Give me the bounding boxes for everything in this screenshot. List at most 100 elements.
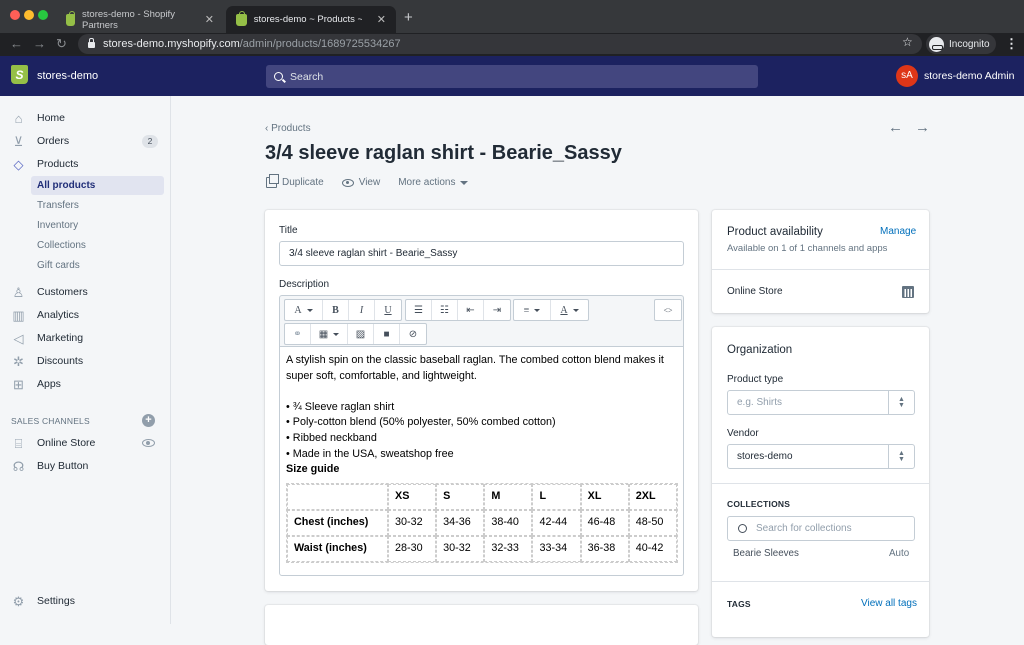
clear-formatting-button[interactable]: ⊘ [400, 324, 426, 344]
select-arrows-icon[interactable]: ▲ ▼ [888, 391, 914, 414]
bold-button[interactable]: B [323, 300, 349, 320]
breadcrumb-back-link[interactable]: ‹ Products [265, 123, 311, 134]
sidebar-subitem-transfers[interactable]: Transfers [31, 196, 164, 215]
close-tab-icon[interactable]: ✕ [377, 13, 386, 26]
forward-arrow-icon[interactable]: → [33, 36, 46, 51]
back-arrow-icon[interactable]: ← [10, 36, 23, 51]
collections-search-input[interactable]: Search for collections [727, 516, 915, 541]
align-left-icon: ≡ [523, 304, 530, 316]
new-tab-button[interactable]: + [404, 9, 413, 26]
sidebar-item-orders[interactable]: ⊻ Orders 2 [0, 131, 171, 151]
sidebar-item-buy-button[interactable]: ☊ Buy Button [0, 456, 171, 476]
table-cell: S [436, 483, 485, 510]
shopify-logo-icon[interactable]: S [11, 65, 28, 84]
store-name[interactable]: stores-demo [37, 70, 98, 82]
font-style-dropdown[interactable]: A [285, 300, 323, 320]
insert-table-dropdown[interactable]: ▦ [311, 324, 348, 344]
title-input[interactable]: 3/4 sleeve raglan shirt - Bearie_Sassy [279, 241, 684, 266]
product-type-combobox[interactable]: e.g. Shirts ▲ ▼ [727, 390, 915, 415]
browser-tab[interactable]: stores-demo - Shopify Partners ✕ [56, 6, 224, 33]
description-bullet: • Ribbed neckband [286, 431, 377, 444]
html-code-button[interactable]: <> [655, 300, 681, 320]
table-cell: 42-44 [532, 509, 581, 536]
numbered-list-button[interactable]: ☷ [432, 300, 458, 320]
sidebar-item-settings[interactable]: ⚙ Settings [0, 591, 171, 611]
insert-video-button[interactable]: ■ [374, 324, 400, 344]
search-icon [738, 524, 747, 533]
search-input[interactable]: Search [266, 65, 758, 88]
user-menu[interactable]: stores-demo Admin [924, 70, 1014, 82]
align-dropdown[interactable]: ≡ [514, 300, 551, 320]
sidebar-item-discounts[interactable]: ✲ Discounts [0, 351, 171, 371]
address-bar[interactable]: stores-demo.myshopify.com/admin/products… [78, 34, 922, 54]
nav-label: Analytics [37, 309, 80, 321]
view-all-tags-link[interactable]: View all tags [861, 598, 917, 609]
previous-product-arrow-icon[interactable]: ← [888, 119, 903, 136]
maximize-window-button[interactable] [38, 10, 48, 20]
sidebar-subitem-gift-cards[interactable]: Gift cards [31, 256, 164, 275]
view-store-eye-icon[interactable] [142, 439, 155, 447]
insert-link-button[interactable]: ⚭ [285, 324, 311, 344]
duplicate-icon [266, 174, 279, 188]
code-icon: <> [663, 305, 673, 315]
minimize-window-button[interactable] [24, 10, 34, 20]
duplicate-button[interactable]: Duplicate [266, 174, 324, 188]
admin-topbar: S stores-demo Search sA stores-demo Admi… [0, 56, 1024, 96]
bullet-list-button[interactable]: ☰ [406, 300, 432, 320]
sidebar-subitem-inventory[interactable]: Inventory [31, 216, 164, 235]
next-product-arrow-icon[interactable]: → [915, 119, 930, 136]
lock-icon [88, 38, 95, 48]
nav-label: Apps [37, 378, 61, 390]
collection-item[interactable]: Bearie Sleeves [733, 548, 799, 559]
calendar-schedule-icon[interactable] [902, 286, 914, 298]
reload-icon[interactable]: ↻ [56, 36, 67, 52]
browser-tab-active[interactable]: stores-demo ~ Products ~ 3/4 sl ✕ [226, 6, 396, 33]
select-arrows-icon[interactable]: ▲ ▼ [888, 445, 914, 468]
sidebar-subitem-collections[interactable]: Collections [31, 236, 164, 255]
table-cell: 30-32 [436, 535, 485, 562]
close-tab-icon[interactable]: ✕ [205, 13, 214, 26]
table-cell: L [532, 483, 581, 510]
close-window-button[interactable] [10, 10, 20, 20]
nav-label: Settings [37, 595, 75, 607]
sidebar-item-apps[interactable]: ⊞ Apps [0, 374, 171, 394]
table-cell: 46-48 [580, 509, 629, 536]
browser-menu-icon[interactable]: ⋮ [1005, 36, 1018, 52]
megaphone-icon: ◁ [13, 330, 24, 346]
sidebar-item-customers[interactable]: ♙ Customers [0, 282, 171, 302]
text-color-dropdown[interactable]: A [551, 300, 588, 320]
sidebar-item-marketing[interactable]: ◁ Marketing [0, 328, 171, 348]
sidebar-subitem-all-products[interactable]: All products [31, 176, 164, 195]
table-row: Waist (inches) 28-30 30-32 32-33 33-34 3… [287, 535, 677, 562]
italic-icon: I [359, 304, 364, 316]
underline-button[interactable]: U [375, 300, 401, 320]
avatar[interactable]: sA [896, 65, 918, 87]
divider [712, 483, 929, 484]
view-button[interactable]: View [341, 177, 380, 188]
incognito-profile-button[interactable]: Incognito [926, 34, 996, 54]
divider [712, 581, 929, 582]
table-cell: XL [580, 483, 629, 510]
outdent-button[interactable]: ⇤ [458, 300, 484, 320]
table-cell [287, 483, 388, 510]
insert-image-button[interactable]: ▨ [348, 324, 374, 344]
tags-heading: TAGS [727, 599, 751, 609]
title-value: 3/4 sleeve raglan shirt - Bearie_Sassy [289, 248, 458, 259]
italic-button[interactable]: I [349, 300, 375, 320]
sidebar-item-home[interactable]: ⌂ Home [0, 108, 171, 128]
sidebar-item-analytics[interactable]: ▥ Analytics [0, 305, 171, 325]
indent-button[interactable]: ⇥ [484, 300, 510, 320]
table-cell: 48-50 [628, 509, 677, 536]
description-editor[interactable]: A stylish spin on the classic baseball r… [279, 346, 684, 576]
table-cell: M [484, 483, 533, 510]
outdent-icon: ⇤ [466, 304, 475, 316]
more-actions-button[interactable]: More actions [398, 177, 469, 188]
chevron-down-icon [572, 308, 579, 312]
sidebar-item-online-store[interactable]: ⌸ Online Store [0, 433, 171, 453]
manage-availability-link[interactable]: Manage [880, 226, 916, 237]
add-sales-channel-icon[interactable]: + [142, 414, 155, 427]
sidebar-item-products[interactable]: ◇ Products [0, 154, 171, 174]
bookmark-star-icon[interactable]: ☆ [902, 35, 913, 49]
table-cell: 30-32 [388, 509, 437, 536]
vendor-combobox[interactable]: stores-demo ▲ ▼ [727, 444, 915, 469]
